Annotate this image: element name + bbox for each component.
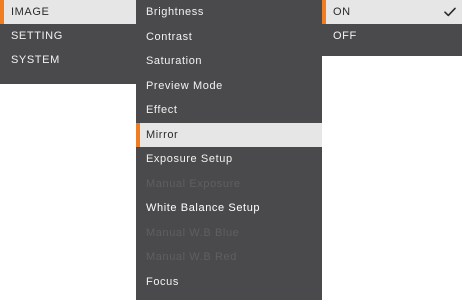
main-menu-item-image[interactable]: IMAGE <box>0 0 136 24</box>
submenu-item-label: Manual W.B Blue <box>146 226 240 239</box>
checkmark-icon <box>444 0 456 24</box>
submenu-item-brightness[interactable]: Brightness <box>136 0 322 25</box>
main-menu-item-setting[interactable]: SETTING <box>0 24 136 48</box>
submenu-item-label: Manual W.B Red <box>146 251 237 263</box>
submenu-item-saturation[interactable]: Saturation <box>136 49 322 74</box>
option-item-on[interactable]: ON <box>322 0 462 24</box>
main-menu-item-label: SETTING <box>11 30 63 42</box>
submenu-item-exposure-setup[interactable]: Exposure Setup <box>136 147 322 172</box>
submenu-item-contrast[interactable]: Contrast <box>136 25 322 50</box>
submenu-item-effect[interactable]: Effect <box>136 98 322 123</box>
submenu-item-label: White Balance Setup <box>146 202 261 214</box>
submenu-item-label: Effect <box>146 104 178 116</box>
submenu-item-preview-mode[interactable]: Preview Mode <box>136 74 322 99</box>
submenu-item-mirror[interactable]: Mirror <box>136 122 322 147</box>
submenu-item-label: Brightness <box>146 6 204 18</box>
option-menu: ON OFF <box>322 0 462 56</box>
main-menu: IMAGE SETTING SYSTEM <box>0 0 136 84</box>
submenu-item-label: Contrast <box>146 30 193 43</box>
option-item-label: OFF <box>333 30 357 42</box>
main-menu-item-label: IMAGE <box>11 6 50 18</box>
submenu-item-white-balance-setup[interactable]: White Balance Setup <box>136 196 322 221</box>
submenu-item-label: Preview Mode <box>146 79 223 92</box>
main-menu-item-system[interactable]: SYSTEM <box>0 48 136 72</box>
main-menu-item-label: SYSTEM <box>11 54 60 66</box>
submenu-item-label: Mirror <box>146 128 179 141</box>
image-submenu: Brightness Contrast Saturation Preview M… <box>136 0 322 300</box>
submenu-item-manual-wb-red: Manual W.B Red <box>136 245 322 270</box>
submenu-item-focus[interactable]: Focus <box>136 270 322 295</box>
submenu-item-label: Exposure Setup <box>146 153 233 165</box>
submenu-item-label: Saturation <box>146 55 203 67</box>
submenu-item-label: Manual Exposure <box>146 177 241 190</box>
option-item-label: ON <box>333 6 351 18</box>
submenu-item-manual-wb-blue: Manual W.B Blue <box>136 221 322 246</box>
submenu-item-label: Focus <box>146 275 179 288</box>
option-item-off[interactable]: OFF <box>322 24 462 48</box>
submenu-item-manual-exposure: Manual Exposure <box>136 172 322 197</box>
